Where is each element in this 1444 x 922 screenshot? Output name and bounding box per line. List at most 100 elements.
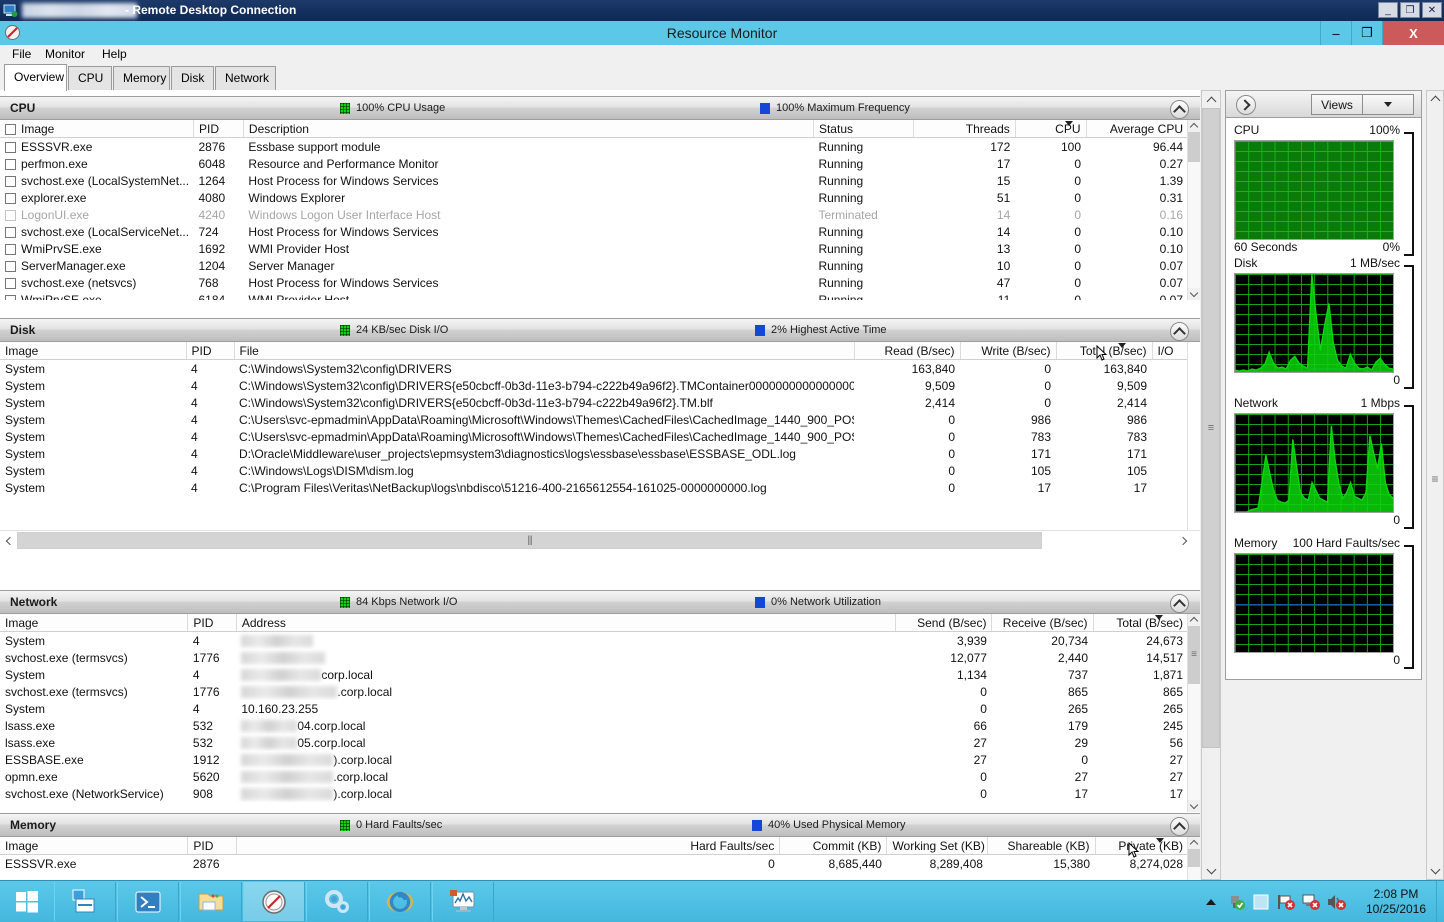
views-button[interactable]: Views: [1311, 94, 1414, 115]
table-row[interactable]: ServerManager.exe 1204 Server Manager Runni…: [0, 257, 1188, 274]
menu-item-file[interactable]: File: [5, 45, 38, 64]
window-maximize-button[interactable]: ❐: [1351, 21, 1382, 45]
table-row[interactable]: LogonUI.exe 4240 Windows Logon User Interf…: [0, 206, 1188, 223]
table-row[interactable]: svchost.exe (LocalSystemNet... 1264 Host P…: [0, 172, 1188, 189]
network-col-address[interactable]: Address: [236, 614, 896, 632]
table-row[interactable]: opmn.exe 5620 .corp.local 0 27 27: [0, 768, 1188, 785]
network-table-scrollbar[interactable]: ≡: [1187, 614, 1200, 812]
collapse-cpu-button[interactable]: [1170, 100, 1189, 119]
disk-scroll-right-button[interactable]: [1175, 531, 1192, 550]
table-row[interactable]: WmiPrvSE.exe 6184 WMI Provider Host Running…: [0, 291, 1188, 300]
views-dropdown-arrow[interactable]: [1362, 95, 1413, 114]
table-row[interactable]: lsass.exe 532 05.corp.local 27 29 56: [0, 734, 1188, 751]
usb-safely-remove-icon[interactable]: [1223, 881, 1248, 922]
rdp-minimize-button[interactable]: _: [1378, 2, 1398, 18]
disk-col-file[interactable]: File: [234, 342, 855, 360]
row-checkbox[interactable]: [5, 294, 16, 300]
cpu-col-description[interactable]: Description: [243, 120, 814, 138]
disk-horizontal-scrollbar[interactable]: |||: [0, 530, 1200, 550]
cpu-scroll-thumb[interactable]: [1188, 132, 1200, 162]
tab-overview[interactable]: Overview: [4, 64, 67, 91]
cpu-scroll-up-button[interactable]: [1188, 120, 1200, 132]
network-scroll-up-button[interactable]: [1188, 614, 1200, 626]
table-row[interactable]: svchost.exe (LocalServiceNet... 724 Host P…: [0, 223, 1188, 240]
table-row[interactable]: svchost.exe (termsvcs) 1776 .corp.local 0 86…: [0, 683, 1188, 700]
taskbar-item-server-manager[interactable]: [54, 882, 116, 921]
row-checkbox[interactable]: [5, 141, 16, 153]
network-col-total[interactable]: Total (B/sec): [1093, 614, 1188, 632]
table-row[interactable]: WmiPrvSE.exe 1692 WMI Provider Host Running…: [0, 240, 1188, 257]
table-row[interactable]: explorer.exe 4080 Windows Explorer Running 5…: [0, 189, 1188, 206]
memory-col-faults[interactable]: Hard Faults/sec: [236, 837, 781, 855]
network-col-image[interactable]: Image: [0, 614, 189, 632]
taskbar-item-settings[interactable]: [306, 882, 368, 921]
memory-col-shareable[interactable]: Shareable (KB): [987, 837, 1096, 855]
cpu-col-threads[interactable]: Threads: [913, 120, 1016, 138]
memory-col-pid[interactable]: PID: [187, 837, 237, 855]
network-scroll-track[interactable]: ≡: [1188, 626, 1200, 800]
network-col-send[interactable]: Send (B/sec): [895, 614, 993, 632]
memory-col-commit[interactable]: Commit (KB): [779, 837, 888, 855]
table-row[interactable]: System 4 C:\Program Files\Veritas\NetBacku…: [0, 479, 1188, 496]
show-hidden-icons-arrow[interactable]: [1198, 881, 1223, 922]
main-vertical-scrollbar[interactable]: ≡: [1201, 90, 1221, 880]
graphs-scroll-up-button[interactable]: [1427, 91, 1443, 107]
network-flag-error-icon[interactable]: [1273, 881, 1298, 922]
cpu-col-status[interactable]: Status: [813, 120, 914, 138]
table-row[interactable]: svchost.exe (netsvcs) 768 Host Process for…: [0, 274, 1188, 291]
disk-table-scrollbar[interactable]: [1187, 342, 1200, 550]
rdp-restore-button[interactable]: ❐: [1400, 2, 1420, 18]
table-row[interactable]: System 4 C:\Windows\System32\config\DRIVER…: [0, 360, 1188, 378]
network-col-pid[interactable]: PID: [187, 614, 237, 632]
table-row[interactable]: System 4 C:\Windows\System32\config\DRIVER…: [0, 377, 1188, 394]
disk-hscroll-track[interactable]: |||: [17, 532, 1160, 549]
taskbar-item-performance-monitor[interactable]: [432, 882, 494, 921]
select-all-checkbox[interactable]: [5, 123, 16, 135]
disk-scroll-track[interactable]: [1188, 342, 1200, 550]
memory-table-scrollbar[interactable]: [1187, 837, 1200, 880]
expand-graphs-button[interactable]: [1236, 95, 1256, 115]
taskbar-item-resource-monitor[interactable]: [243, 882, 305, 921]
table-row[interactable]: perfmon.exe 6048 Resource and Performance …: [0, 155, 1188, 172]
tab-memory[interactable]: Memory: [113, 66, 170, 90]
collapse-memory-button[interactable]: [1170, 817, 1189, 836]
section-header-network[interactable]: Network 84 Kbps Network I/O 0% Network U…: [0, 590, 1200, 614]
tab-disk[interactable]: Disk: [171, 66, 214, 90]
disk-col-io[interactable]: I/O: [1152, 342, 1188, 360]
disk-col-pid[interactable]: PID: [186, 342, 235, 360]
row-checkbox[interactable]: [5, 226, 16, 238]
menu-item-monitor[interactable]: Monitor: [38, 45, 92, 64]
table-row[interactable]: ESSSVR.exe 2876 Essbase support module Runn…: [0, 138, 1188, 156]
rdp-close-button[interactable]: ✕: [1422, 2, 1442, 18]
cpu-col-average-cpu[interactable]: Average CPU: [1086, 120, 1188, 138]
disk-hscroll-thumb[interactable]: |||: [17, 532, 1042, 549]
row-checkbox[interactable]: [5, 209, 16, 221]
tab-network[interactable]: Network: [215, 66, 276, 90]
network-scroll-thumb[interactable]: ≡: [1188, 626, 1200, 684]
table-row[interactable]: System 4 C:\Windows\Logs\DISM\dism.log 0 105…: [0, 462, 1188, 479]
table-row[interactable]: System 4 10.160.23.255 0 265 265: [0, 700, 1188, 717]
graphs-pane-scrollbar[interactable]: ≡: [1426, 90, 1444, 880]
network-scroll-down-button[interactable]: [1188, 800, 1200, 812]
table-row[interactable]: System 4 D:\Oracle\Middleware\user_project…: [0, 445, 1188, 462]
window-close-button[interactable]: X: [1382, 21, 1444, 45]
disk-col-image[interactable]: Image: [0, 342, 187, 360]
table-row[interactable]: System 4 C:\Windows\System32\config\DRIVER…: [0, 394, 1188, 411]
row-checkbox[interactable]: [5, 158, 16, 170]
memory-scroll-thumb[interactable]: [1188, 849, 1200, 867]
row-checkbox[interactable]: [5, 243, 16, 255]
memory-scroll-up-button[interactable]: [1188, 837, 1200, 849]
row-checkbox[interactable]: [5, 277, 16, 289]
cpu-col-cpu[interactable]: CPU: [1015, 120, 1087, 138]
rdp-window-controls[interactable]: _ ❐ ✕: [1378, 2, 1442, 18]
menu-item-help[interactable]: Help: [95, 45, 134, 64]
table-row[interactable]: System 4 C:\Users\svc-epmadmin\AppData\Roa…: [0, 411, 1188, 428]
memory-scroll-track[interactable]: [1188, 849, 1200, 880]
volume-muted-icon[interactable]: [1323, 881, 1348, 922]
row-checkbox[interactable]: [5, 260, 16, 272]
taskbar-item-internet-explorer[interactable]: [369, 882, 431, 921]
graphs-scroll-down-button[interactable]: [1427, 863, 1443, 879]
table-row[interactable]: ESSSVR.exe 2876 0 8,685,440 8,289,408 15,380 8…: [0, 855, 1188, 873]
window-minimize-button[interactable]: –: [1320, 21, 1351, 45]
cpu-scroll-down-button[interactable]: [1188, 288, 1200, 300]
